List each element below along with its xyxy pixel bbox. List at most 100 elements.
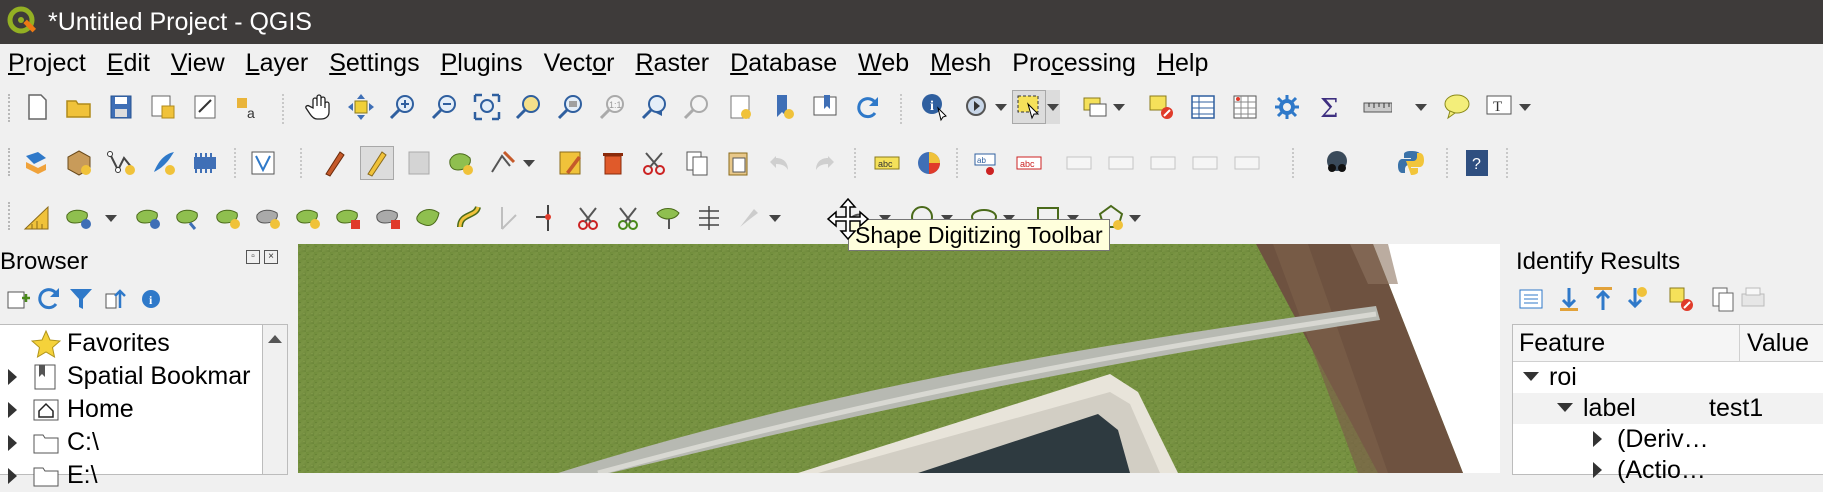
current-edits-icon[interactable]	[318, 146, 352, 180]
text-annotation-icon[interactable]: T	[1482, 90, 1516, 124]
offset-curve-icon[interactable]	[452, 201, 486, 235]
undo-label-icon[interactable]	[1188, 146, 1222, 180]
clear-results-icon[interactable]	[1664, 282, 1698, 316]
tree-item-favorites[interactable]: Favorites	[0, 327, 170, 360]
menu-vector[interactable]: Vector	[533, 49, 625, 78]
zoom-in-icon[interactable]	[386, 90, 420, 124]
tree-item-c-drive[interactable]: C:\	[0, 426, 99, 459]
menu-project[interactable]: Project	[0, 49, 96, 78]
zoom-full-icon[interactable]	[470, 90, 504, 124]
expand-new-results-icon[interactable]	[1618, 282, 1652, 316]
new-map-view-icon[interactable]	[724, 90, 758, 124]
label-properties-icon[interactable]	[1230, 146, 1264, 180]
split-features-icon[interactable]	[572, 201, 606, 235]
expand-arrow-icon[interactable]	[8, 401, 17, 418]
change-label-icon[interactable]	[1146, 146, 1180, 180]
browser-scrollbar[interactable]	[262, 324, 288, 475]
reshape-features-icon[interactable]	[132, 201, 166, 235]
result-row-roi[interactable]: roi	[1513, 362, 1823, 393]
menu-processing[interactable]: Processing	[1001, 49, 1146, 78]
identify-icon[interactable]: i	[918, 90, 952, 124]
move-label-icon[interactable]	[1062, 146, 1096, 180]
merge-attributes-icon[interactable]	[692, 201, 726, 235]
rotate-feature-icon[interactable]	[172, 201, 206, 235]
reverse-line-icon[interactable]	[494, 201, 528, 235]
select-by-value-dropdown[interactable]	[1112, 90, 1126, 124]
new-temporary-layer-icon[interactable]	[188, 146, 222, 180]
field-calculator-icon[interactable]	[1228, 90, 1262, 124]
select-features-icon[interactable]	[1012, 90, 1046, 124]
refresh-icon[interactable]	[850, 90, 884, 124]
new-geopackage-icon[interactable]	[62, 146, 96, 180]
save-edits-icon[interactable]	[402, 146, 436, 180]
zoom-out-icon[interactable]	[428, 90, 462, 124]
annotation-dropdown[interactable]	[1518, 90, 1532, 124]
zoom-to-layer-icon[interactable]	[554, 90, 588, 124]
float-panel-icon[interactable]: ▫	[246, 250, 260, 264]
zoom-last-icon[interactable]	[638, 90, 672, 124]
run-action-dropdown[interactable]	[994, 90, 1008, 124]
menu-mesh[interactable]: Mesh	[919, 49, 1001, 78]
menu-layer[interactable]: Layer	[235, 49, 319, 78]
new-shapefile-icon[interactable]	[104, 146, 138, 180]
map-tips-icon[interactable]	[1440, 90, 1474, 124]
new-spatialite-icon[interactable]	[146, 146, 180, 180]
add-ring-icon[interactable]	[212, 201, 246, 235]
rotate-symbol-dropdown[interactable]	[768, 201, 782, 235]
vertex-tool-dropdown[interactable]	[522, 146, 536, 180]
delete-selected-icon[interactable]	[596, 146, 630, 180]
collapse-all-icon[interactable]	[1586, 282, 1620, 316]
collapse-all-icon[interactable]	[100, 282, 134, 316]
deselect-icon[interactable]	[1144, 90, 1178, 124]
refresh-browser-icon[interactable]	[32, 282, 66, 316]
new-project-icon[interactable]	[20, 90, 54, 124]
close-panel-icon[interactable]: ×	[264, 250, 278, 264]
reshape-icon[interactable]	[412, 201, 446, 235]
expand-tree-icon[interactable]	[1514, 282, 1548, 316]
zoom-to-selection-icon[interactable]	[512, 90, 546, 124]
add-polygon-icon[interactable]	[444, 146, 478, 180]
python-console-icon[interactable]	[1394, 146, 1428, 180]
column-header-value[interactable]: Value	[1747, 329, 1809, 358]
add-selected-layers-icon[interactable]	[0, 282, 34, 316]
snapping-icon[interactable]	[20, 201, 54, 235]
select-by-value-icon[interactable]	[1078, 90, 1112, 124]
scroll-up-icon[interactable]	[268, 335, 282, 343]
show-bookmarks-icon[interactable]	[808, 90, 842, 124]
menu-help[interactable]: Help	[1146, 49, 1218, 78]
toolbar-grip[interactable]	[8, 94, 14, 122]
open-project-icon[interactable]	[62, 90, 96, 124]
add-part-icon[interactable]	[292, 201, 326, 235]
select-features-dropdown[interactable]	[1046, 90, 1060, 124]
tree-item-home[interactable]: Home	[0, 393, 134, 426]
properties-icon[interactable]: i	[134, 282, 168, 316]
expand-arrow-icon[interactable]	[1593, 462, 1602, 478]
style-manager-icon[interactable]: a	[230, 90, 264, 124]
result-row-actions[interactable]: (Actio…	[1513, 455, 1823, 486]
cut-features-icon[interactable]	[638, 146, 672, 180]
delete-ring-icon[interactable]	[332, 201, 366, 235]
georeferencer-icon[interactable]	[1320, 146, 1354, 180]
diagram-icon[interactable]	[912, 146, 946, 180]
delete-part-icon[interactable]	[372, 201, 406, 235]
tree-item-e-drive[interactable]: E:\	[0, 459, 98, 492]
collapse-arrow-icon[interactable]	[1523, 372, 1539, 381]
tree-item-spatial-bookmarks[interactable]: Spatial Bookmar	[0, 360, 250, 393]
menu-web[interactable]: Web	[847, 49, 919, 78]
merge-features-icon[interactable]	[652, 201, 686, 235]
collapse-arrow-icon[interactable]	[1557, 403, 1573, 412]
pan-icon[interactable]	[302, 90, 336, 124]
undo-icon[interactable]	[764, 146, 798, 180]
map-canvas[interactable]	[298, 244, 1500, 473]
pin-label-icon[interactable]: ab	[970, 146, 1004, 180]
vertex-tool-icon[interactable]	[486, 146, 520, 180]
zoom-next-icon[interactable]	[680, 90, 714, 124]
data-source-manager-icon[interactable]	[20, 146, 54, 180]
run-action-icon[interactable]	[960, 90, 994, 124]
expand-arrow-icon[interactable]	[1593, 431, 1602, 447]
label-toolbar-icon[interactable]: abc	[870, 146, 904, 180]
rotate-label-icon[interactable]	[1104, 146, 1138, 180]
statistics-icon[interactable]: Σ	[1312, 90, 1346, 124]
print-layout-icon[interactable]	[188, 90, 222, 124]
expand-all-icon[interactable]	[1552, 282, 1586, 316]
